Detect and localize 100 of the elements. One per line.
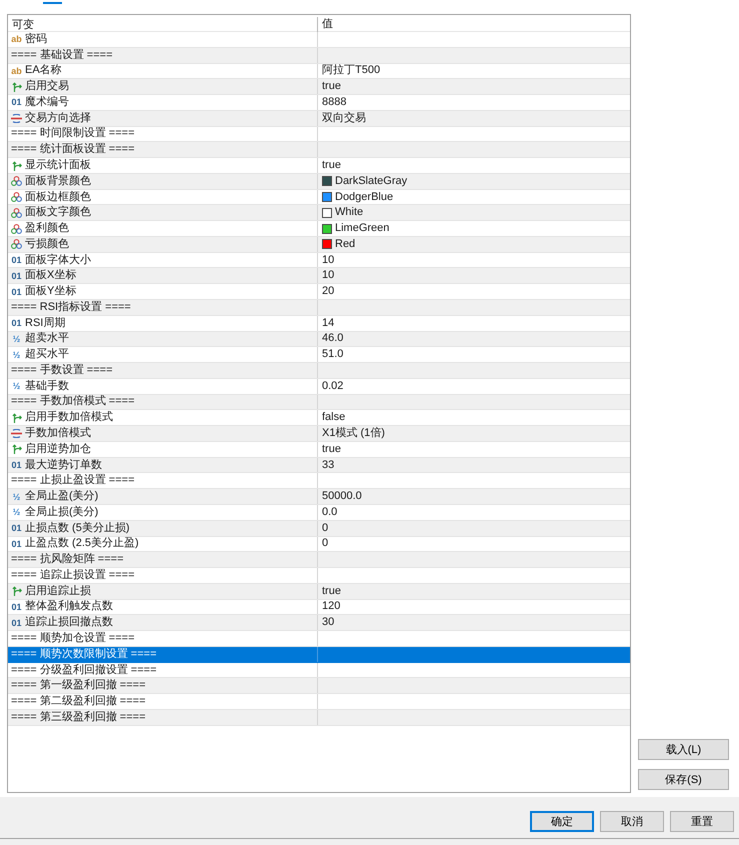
table-row[interactable]: 面板背景颜色 DarkSlateGray (8, 174, 630, 190)
table-row[interactable]: ==== 顺势次数限制设置 ==== (8, 646, 630, 663)
table-row[interactable]: ½ 超买水平 51.0 (8, 347, 630, 364)
table-row[interactable]: ½ 超卖水平 46.0 (8, 332, 630, 348)
table-row[interactable]: 盈利颜色 LimeGreen (8, 221, 630, 237)
parameter-name: 整体盈利触发点数 (25, 600, 113, 614)
branch-arrow-icon (12, 160, 22, 170)
table-row[interactable]: ab 密码 (8, 32, 630, 48)
parameter-value: 0.02 (322, 380, 344, 393)
parameter-value: 50000.0 (322, 490, 362, 504)
parameter-value: 0 (322, 522, 328, 535)
save-button[interactable]: 保存(S) (638, 769, 729, 790)
section-header: ==== 基础设置 ==== (11, 48, 113, 62)
table-row[interactable]: ==== 抗风险矩阵 ==== (8, 552, 630, 568)
parameter-name: 止损点数 (5美分止损) (25, 522, 130, 535)
table-row[interactable]: ½ 全局止损(美分) 0.0 (8, 504, 630, 521)
table-row[interactable]: 01 最大逆势订单数 33 (8, 458, 630, 474)
data-type-label: 01 (11, 460, 22, 470)
table-row[interactable]: 显示统计面板 true (8, 158, 630, 174)
branch-arrow-icon (12, 82, 22, 92)
table-row[interactable]: ==== 追踪止损设置 ==== (8, 568, 630, 584)
table-row[interactable]: 01 面板字体大小 10 (8, 252, 630, 268)
parameter-value: X1模式 (1倍) (322, 427, 385, 440)
parameter-name: 启用交易 (25, 80, 69, 94)
section-header: ==== 第三级盈利回撤 ==== (11, 710, 146, 724)
data-type-label: 01 (11, 97, 22, 108)
parameter-name: 面板边框颜色 (25, 190, 91, 204)
table-row[interactable]: 面板边框颜色 DodgerBlue (8, 190, 630, 206)
data-type-label: ½ (12, 492, 20, 502)
parameter-name: 最大逆势订单数 (25, 458, 102, 472)
table-row[interactable]: 01 整体盈利触发点数 120 (8, 600, 630, 616)
table-row[interactable]: ==== 手数加倍模式 ==== (8, 394, 630, 410)
table-row[interactable]: 01 魔术编号 8888 (8, 95, 630, 111)
cancel-button[interactable]: 取消 (600, 811, 664, 832)
parameter-value: 阿拉丁T500 (322, 64, 380, 78)
table-row[interactable]: ==== 基础设置 ==== (8, 48, 630, 64)
three-rings-icon (11, 208, 22, 218)
parameter-value: DodgerBlue (335, 190, 394, 204)
parameter-name: 交易方向选择 (25, 112, 91, 125)
parameter-name: 止盈点数 (2.5美分止盈) (25, 537, 139, 550)
parameter-name: 密码 (25, 32, 47, 46)
section-header: ==== 第一级盈利回撤 ==== (11, 679, 146, 692)
table-row[interactable]: 交易方向选择 双向交易 (8, 110, 630, 127)
parameter-value: 46.0 (322, 332, 344, 346)
data-type-label: ½ (12, 350, 20, 360)
table-row[interactable]: ==== 统计面板设置 ==== (8, 142, 630, 158)
table-row[interactable]: 启用追踪止损 true (8, 584, 630, 600)
parameter-name: 基础手数 (25, 380, 69, 393)
parameter-value: true (322, 442, 341, 456)
section-header: ==== 手数设置 ==== (11, 364, 113, 377)
section-header: ==== 顺势次数限制设置 ==== (11, 648, 157, 661)
table-row[interactable]: 01 面板X坐标 10 (8, 268, 630, 284)
table-row[interactable]: ==== 第二级盈利回撤 ==== (8, 694, 630, 710)
parameter-value: true (322, 80, 341, 94)
table-row[interactable]: 手数加倍模式 X1模式 (1倍) (8, 426, 630, 442)
table-row[interactable]: ==== RSI指标设置 ==== (8, 300, 630, 316)
parameter-name: 盈利颜色 (25, 222, 69, 236)
table-row[interactable]: 启用交易 true (8, 79, 630, 96)
table-row[interactable]: ==== 止损止盈设置 ==== (8, 473, 630, 490)
table-row[interactable]: ==== 手数设置 ==== (8, 363, 630, 379)
table-row[interactable]: ==== 第一级盈利回撤 ==== (8, 678, 630, 694)
table-row[interactable]: 启用逆势加仓 true (8, 442, 630, 458)
section-header: ==== RSI指标设置 ==== (11, 300, 131, 314)
three-rings-icon (11, 192, 22, 202)
list-lines-icon (11, 114, 22, 123)
column-header[interactable]: 值 (318, 15, 630, 32)
reset-button[interactable]: 重置 (670, 811, 734, 832)
table-row[interactable]: 01 追踪止损回撤点数 30 (8, 615, 630, 632)
load-button[interactable]: 载入(L) (638, 739, 729, 760)
table-row[interactable]: 亏损颜色 Red (8, 236, 630, 253)
table-row[interactable]: ==== 分级盈利回撤设置 ==== (8, 662, 630, 678)
parameter-name: 面板Y坐标 (25, 285, 76, 298)
parameter-name: 全局止损(美分) (25, 506, 98, 519)
section-header: ==== 第二级盈利回撤 ==== (11, 695, 146, 708)
data-type-label: 01 (11, 618, 22, 628)
table-row[interactable]: 01 止盈点数 (2.5美分止盈) 0 (8, 536, 630, 552)
table-row[interactable]: ==== 顺势加仓设置 ==== (8, 631, 630, 647)
ok-button[interactable]: 确定 (530, 811, 594, 832)
table-row[interactable]: ½ 全局止盈(美分) 50000.0 (8, 489, 630, 505)
section-header: ==== 分级盈利回撤设置 ==== (11, 664, 157, 676)
data-type-label: 01 (11, 270, 22, 281)
table-row[interactable]: 面板文字颜色 White (8, 205, 630, 222)
table-row[interactable]: 01 止损点数 (5美分止损) 0 (8, 520, 630, 536)
section-header: ==== 顺势加仓设置 ==== (11, 632, 135, 645)
branch-arrow-icon (12, 586, 22, 596)
table-row[interactable]: ==== 时间限制设置 ==== (8, 126, 630, 142)
parameter-name: 魔术编号 (25, 96, 69, 109)
table-row[interactable]: ==== 第三级盈利回撤 ==== (8, 710, 630, 726)
parameter-name: 面板X坐标 (25, 269, 76, 282)
table-row[interactable]: 01 RSI周期 14 (8, 316, 630, 332)
table-row[interactable]: ab EA名称 阿拉丁T500 (8, 64, 630, 80)
parameter-name: 全局止盈(美分) (25, 490, 98, 504)
parameter-name: 启用追踪止损 (25, 584, 91, 598)
parameter-value: White (335, 206, 364, 220)
parameter-value: 0 (322, 537, 328, 550)
parameter-name: 启用手数加倍模式 (25, 411, 113, 424)
parameter-value: DarkSlateGray (335, 174, 408, 188)
table-row[interactable]: 启用手数加倍模式 false (8, 410, 630, 426)
table-row[interactable]: ½ 基础手数 0.02 (8, 378, 630, 395)
table-row[interactable]: 01 面板Y坐标 20 (8, 284, 630, 300)
